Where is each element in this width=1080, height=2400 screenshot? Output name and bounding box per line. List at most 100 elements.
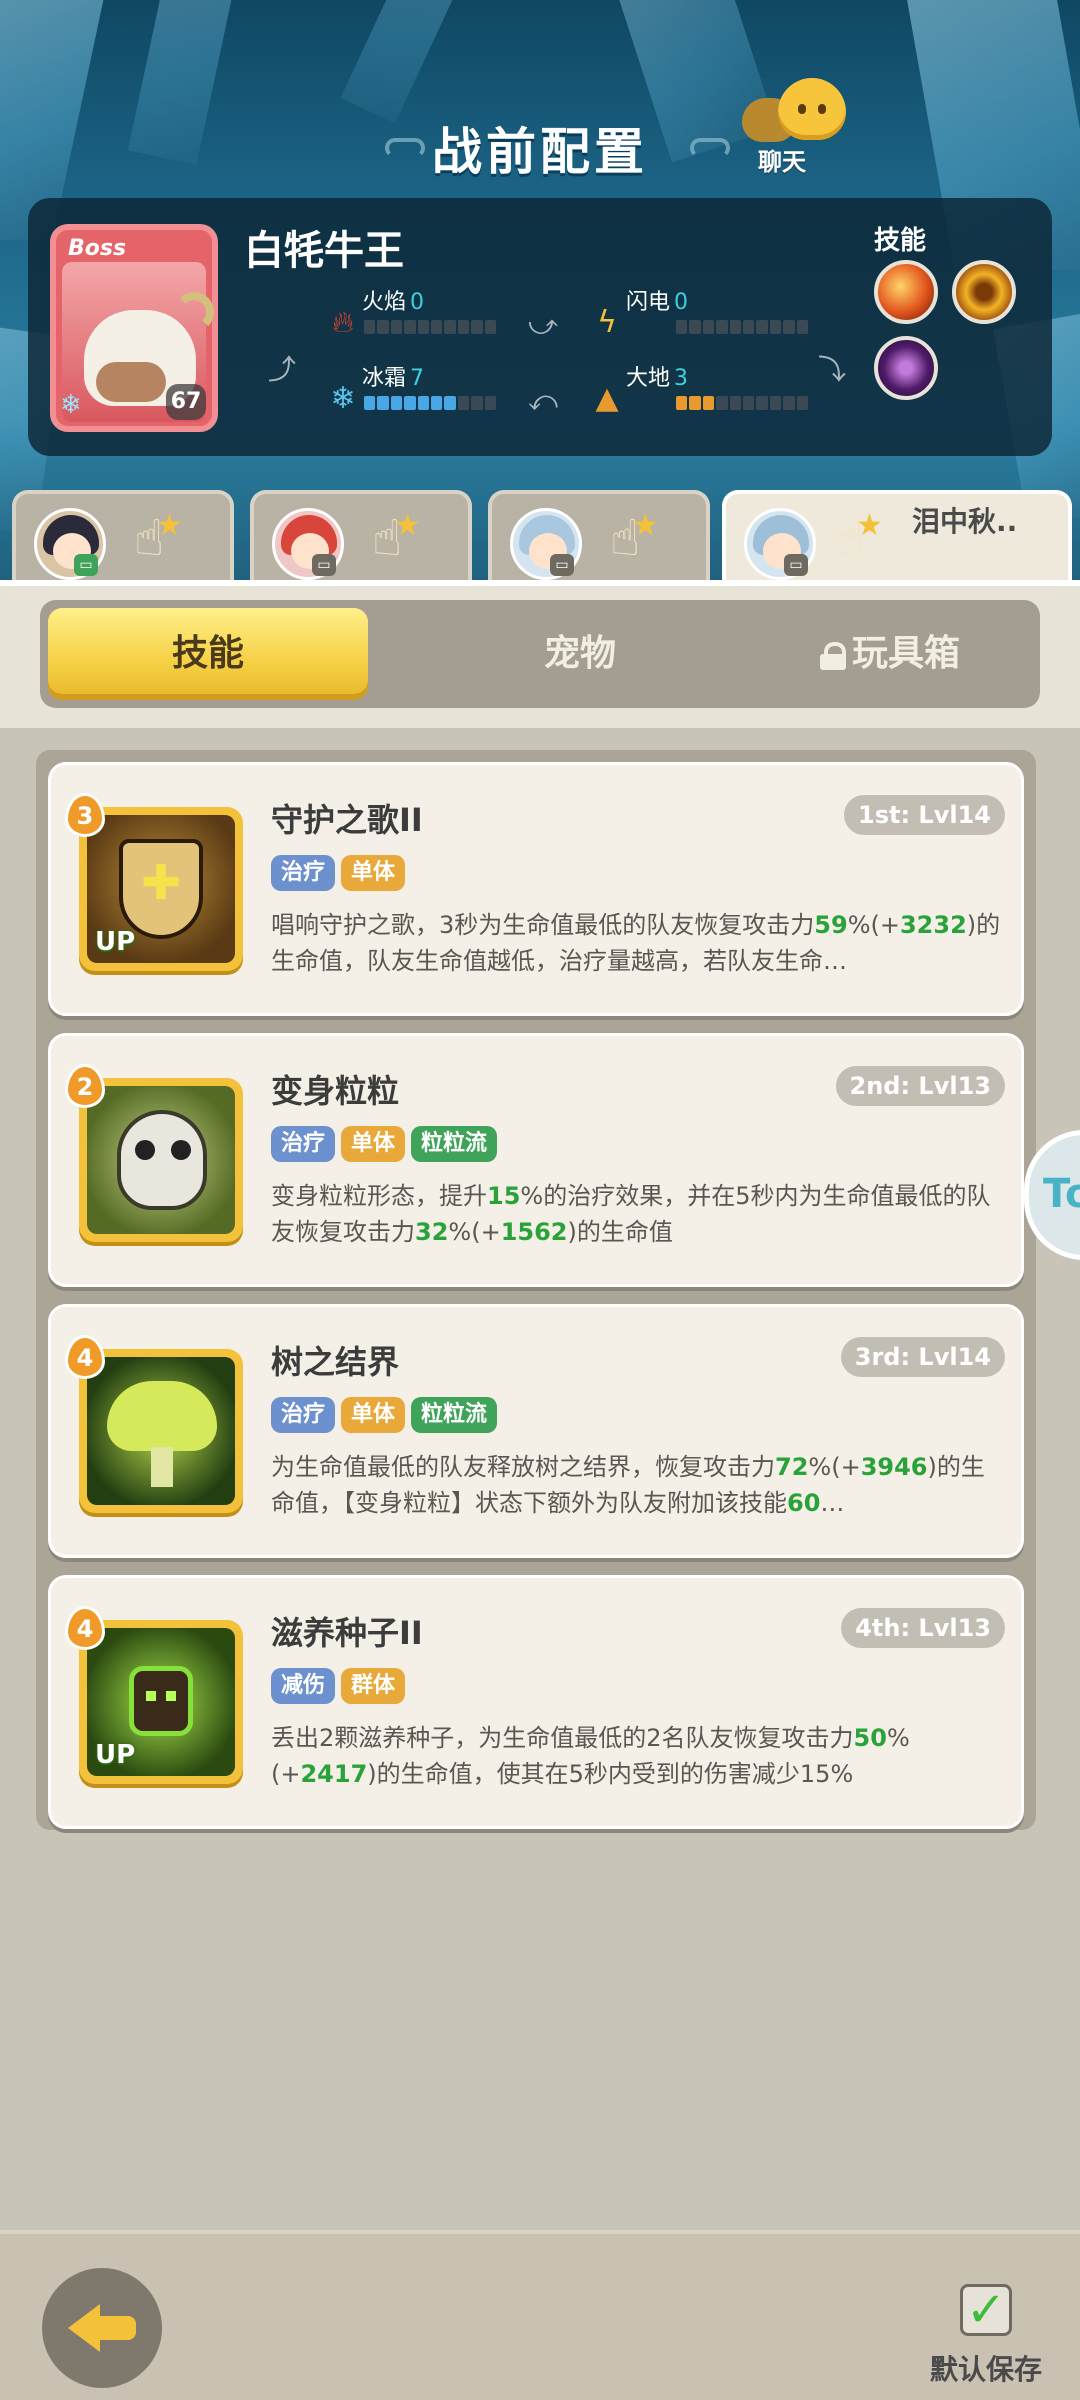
tab-toybox[interactable]: 玩具箱	[730, 608, 1050, 700]
side-tab-label: To	[1043, 1171, 1080, 1217]
element-bar-segment	[457, 396, 470, 410]
mountain-icon: ▲	[595, 381, 619, 416]
desc-value: 3232	[899, 911, 967, 939]
team-player-name: 泪中秋..	[912, 505, 1018, 538]
gold-ring-skill-icon[interactable]	[952, 260, 1016, 324]
back-button[interactable]	[42, 2268, 162, 2388]
tab-pets[interactable]: 宠物	[420, 608, 740, 700]
boss-info-panel: Boss ❄ 67 白牦牛王 🔥︎ 火焰 0 ϟ 闪电 0 ❄ 冰霜 7 ▲ 大…	[28, 198, 1052, 456]
desc-value: 3946	[860, 1453, 928, 1481]
tap-hand-star-icon: ☝	[372, 496, 422, 568]
skill-tags: 减伤 群体	[271, 1668, 406, 1704]
element-ice-bar	[364, 396, 497, 410]
team-slot-3[interactable]: ▭ ☝	[488, 490, 710, 586]
element-bar-segment	[471, 396, 483, 410]
flame-icon: 🔥︎	[331, 305, 355, 340]
snowflake-icon: ❄	[60, 390, 82, 420]
skill-tag: 单体	[341, 1397, 406, 1433]
boss-portrait-card[interactable]: Boss ❄ 67	[50, 224, 218, 432]
dark-skill-icon[interactable]	[874, 336, 938, 400]
element-lightning-label: 闪电	[626, 290, 671, 315]
element-bar-segment	[689, 320, 701, 334]
lock-icon	[819, 642, 846, 670]
element-ice-value: 7	[410, 366, 425, 391]
energy-cost-badge: 4	[65, 1335, 105, 1379]
desc-value: 1562	[500, 1218, 568, 1246]
skill-tag: 单体	[341, 1126, 406, 1162]
skill-tag: 粒粒流	[411, 1397, 498, 1433]
element-bar-segment	[796, 320, 809, 334]
chat-badge-icon: ▭	[312, 554, 336, 576]
element-bar-segment	[769, 396, 782, 410]
shield-icon	[119, 839, 203, 939]
desc-text: …	[820, 1489, 845, 1517]
element-bar-segment	[756, 396, 768, 410]
desc-text: 变身粒粒形态，提升	[271, 1182, 487, 1210]
desc-value: 60	[787, 1489, 821, 1517]
desc-text: %(+	[808, 1453, 861, 1481]
element-bar-segment	[676, 320, 688, 334]
lightning-icon: ϟ	[597, 305, 617, 340]
chat-eye	[818, 104, 826, 114]
element-bar-segment	[390, 320, 403, 334]
seed-robot-icon	[129, 1666, 193, 1736]
desc-value: 50	[853, 1724, 887, 1752]
desc-text: %(+	[448, 1218, 501, 1246]
skill-card[interactable]: UP 3 守护之歌II 1st: Lvl14 治疗 单体 唱响守护之歌，3秒为生…	[48, 762, 1024, 1016]
desc-value: 59	[814, 911, 848, 939]
category-tab-track: 技能 宠物 玩具箱	[40, 600, 1040, 708]
team-slot-4-active[interactable]: ▭ ☝ 泪中秋..	[722, 490, 1072, 590]
skill-card[interactable]: 2 变身粒粒 2nd: Lvl13 治疗 单体 粒粒流 变身粒粒形态，提升15%…	[48, 1033, 1024, 1287]
skill-list: UP 3 守护之歌II 1st: Lvl14 治疗 单体 唱响守护之歌，3秒为生…	[36, 750, 1036, 1830]
nourishing-seed-skill-icon: UP	[87, 1628, 235, 1776]
cycle-arrow-icon: ⤵	[818, 353, 847, 386]
default-save-checkbox[interactable]: ✓	[960, 2284, 1012, 2336]
ice-crystal	[340, 0, 480, 124]
element-bar-segment	[716, 396, 728, 410]
element-bar-segment	[796, 396, 809, 410]
skill-icon-frame	[79, 1349, 243, 1513]
skill-tags: 治疗 单体 粒粒流	[271, 1126, 498, 1162]
skill-name: 树之结界	[271, 1343, 400, 1381]
element-bar-segment	[783, 320, 795, 334]
default-save-label[interactable]: 默认保存	[930, 2348, 1042, 2388]
skill-card[interactable]: 4 树之结界 3rd: Lvl14 治疗 单体 粒粒流 为生命值最低的队友释放树…	[48, 1304, 1024, 1558]
element-fire-value: 0	[410, 290, 425, 315]
chat-button[interactable]: 聊天	[738, 76, 858, 176]
chat-badge-icon: ▭	[784, 554, 808, 576]
skill-rank-level: 4th: Lvl13	[841, 1608, 1005, 1648]
element-earth-label: 大地	[626, 366, 671, 391]
element-bar-segment	[769, 320, 782, 334]
element-bar-segment	[702, 396, 715, 410]
element-ice-label-wrap: 冰霜 7	[362, 360, 424, 392]
skill-rank-level: 3rd: Lvl14	[840, 1337, 1005, 1377]
boss-tag: Boss	[68, 236, 127, 261]
element-earth-label-wrap: 大地 3	[626, 360, 688, 392]
desc-value: 15	[487, 1182, 521, 1210]
element-bar-segment	[743, 396, 755, 410]
desc-text: 丢出2颗滋养种子，为生命值最低的2名队友恢复攻击力	[271, 1724, 854, 1752]
team-slot-1[interactable]: ▭ ☝	[12, 490, 234, 586]
fire-skill-icon[interactable]	[874, 260, 938, 324]
tap-hand-star-icon: ☝	[610, 496, 660, 568]
skill-tag: 减伤	[271, 1668, 336, 1704]
element-bar-segment	[689, 396, 701, 410]
shield-song-skill-icon: UP	[87, 815, 235, 963]
element-bar-segment	[377, 396, 389, 410]
skill-rank-level: 2nd: Lvl13	[835, 1066, 1005, 1106]
element-bar-segment	[431, 320, 443, 334]
energy-cost-badge: 4	[65, 1606, 105, 1650]
chat-eye	[798, 104, 806, 114]
element-bar-segment	[417, 396, 430, 410]
tab-skills[interactable]: 技能	[48, 608, 368, 700]
desc-text: )的生命值	[567, 1218, 673, 1246]
cycle-arrow-icon: ⤴	[268, 353, 297, 386]
skill-name: 滋养种子II	[271, 1614, 423, 1652]
skill-description: 为生命值最低的队友释放树之结界，恢复攻击力72%(+3946)的生命值，【变身粒…	[271, 1449, 1007, 1521]
tap-hand-star-icon: ☝	[134, 496, 184, 568]
energy-cost-badge: 2	[65, 1064, 105, 1108]
element-bar-segment	[377, 320, 389, 334]
team-slot-2[interactable]: ▭ ☝	[250, 490, 472, 586]
skill-card[interactable]: UP 4 滋养种子II 4th: Lvl13 减伤 群体 丢出2颗滋养种子，为生…	[48, 1575, 1024, 1829]
element-lightning-label-wrap: 闪电 0	[626, 284, 688, 316]
